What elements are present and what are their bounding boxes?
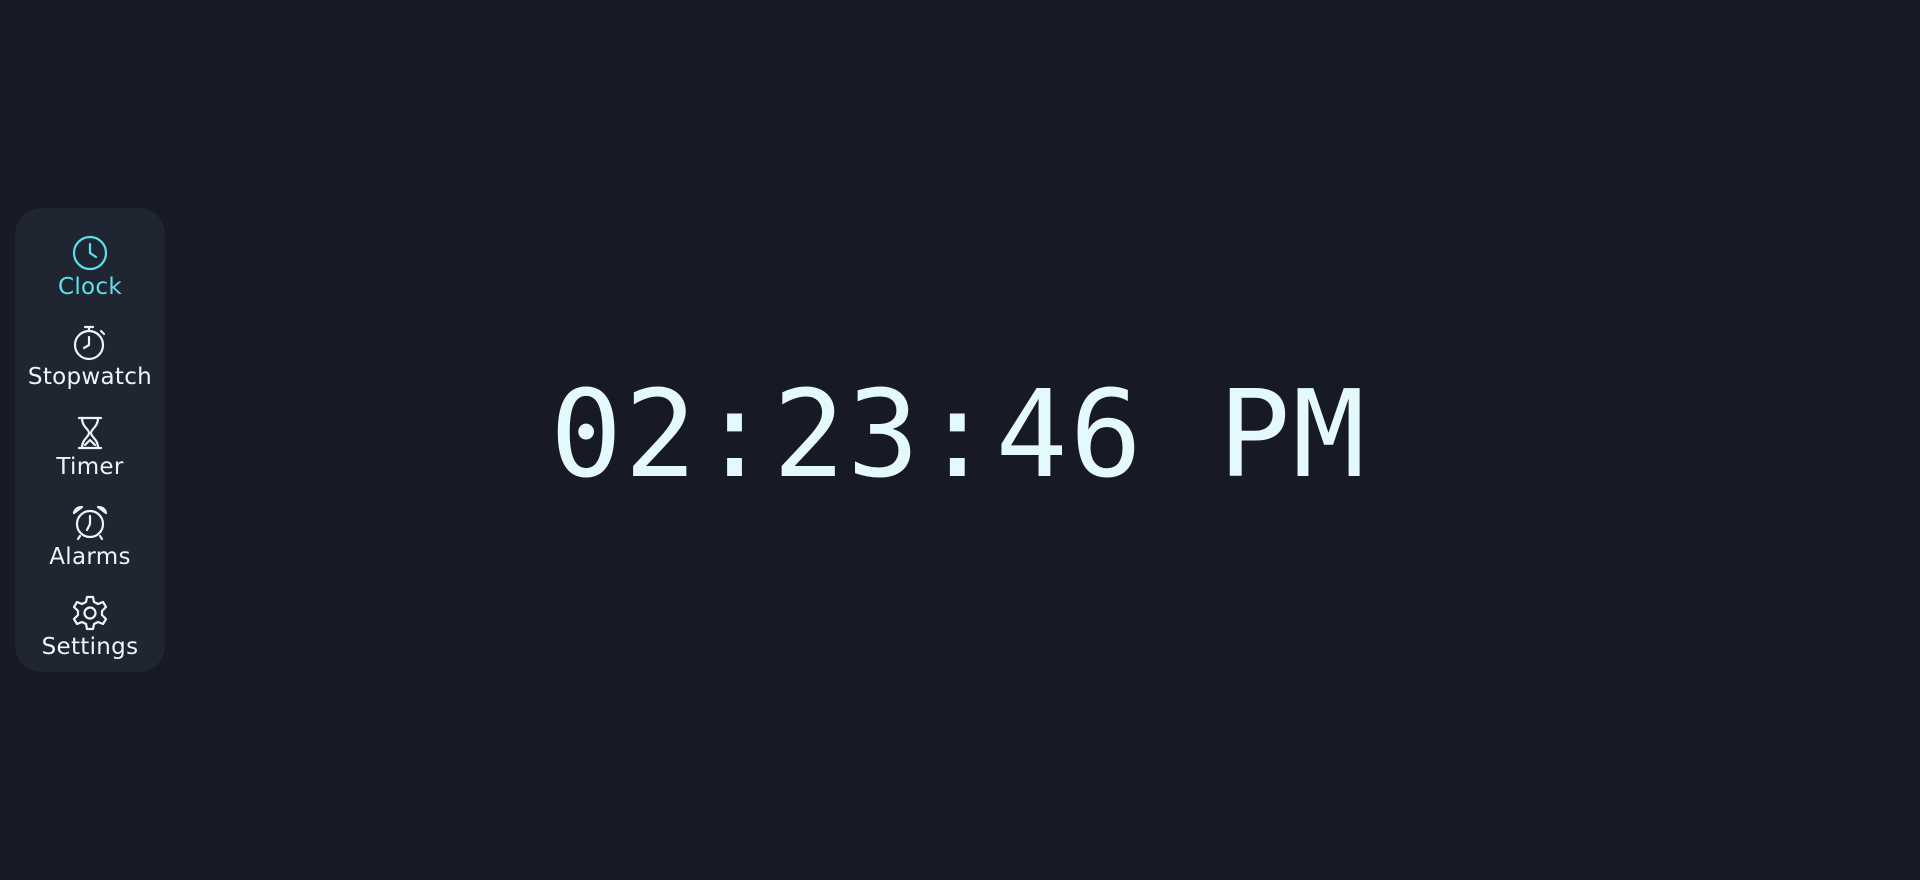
sidebar-item-label: Timer [56, 454, 124, 480]
clock-icon [71, 234, 109, 272]
sidebar-item-clock[interactable]: Clock [15, 226, 165, 316]
sidebar-nav: Clock Stopwatch Timer Alarms Settings [15, 208, 165, 672]
digital-clock: 02:23:46 PM [550, 366, 1510, 506]
gear-icon [71, 594, 109, 632]
sidebar-item-label: Clock [58, 274, 122, 300]
sidebar-item-label: Stopwatch [27, 364, 153, 390]
current-time: 02:23:46 PM [550, 366, 1367, 505]
stopwatch-icon [71, 324, 109, 362]
alarm-clock-icon [71, 504, 109, 542]
hourglass-icon [71, 414, 109, 452]
sidebar-item-alarms[interactable]: Alarms [15, 496, 165, 586]
sidebar-item-timer[interactable]: Timer [15, 406, 165, 496]
sidebar-item-label: Alarms [49, 544, 131, 570]
sidebar-item-settings[interactable]: Settings [15, 586, 165, 676]
sidebar-item-stopwatch[interactable]: Stopwatch [15, 316, 165, 406]
sidebar-item-label: Settings [41, 634, 139, 660]
